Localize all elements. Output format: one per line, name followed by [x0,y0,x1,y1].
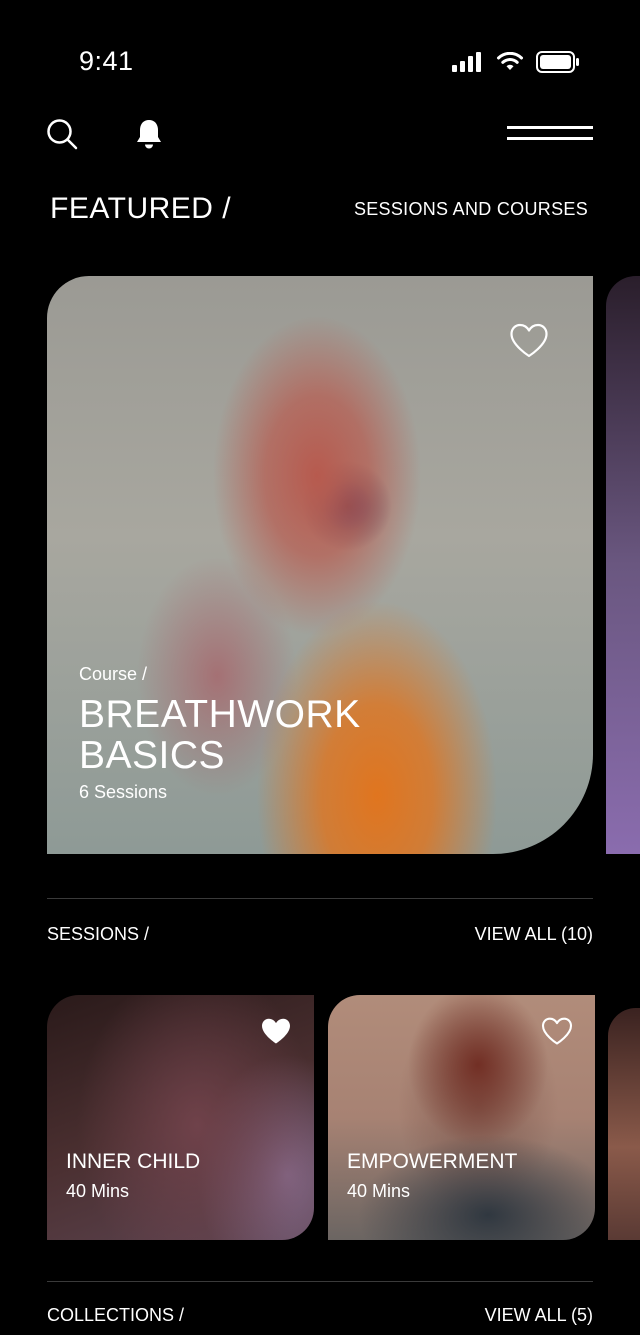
favorite-button[interactable] [260,1017,292,1046]
search-button[interactable] [46,118,78,150]
session-card[interactable]: EMPOWERMENT 40 Mins [328,995,595,1240]
card-type-label: Course / [79,664,148,684]
session-title: INNER CHILD [66,1150,201,1173]
session-title: EMPOWERMENT [347,1150,518,1173]
app-screen: 9:41 FEATURED / SESSIONS AND COURSES Cou… [0,0,640,1335]
session-card[interactable]: INNER CHILD 40 Mins [47,995,314,1240]
card-session-count: 6 Sessions [79,782,168,802]
next-session-card[interactable] [608,1008,640,1240]
featured-heading: FEATURED / [50,192,232,225]
view-all-collections-link[interactable]: VIEW ALL (5) [485,1305,593,1326]
session-duration: 40 Mins [347,1181,411,1201]
view-all-sessions-link[interactable]: VIEW ALL (10) [475,924,593,945]
menu-button[interactable] [507,126,593,142]
wifi-icon [497,52,523,70]
next-featured-card[interactable] [606,276,640,854]
section-divider [47,898,593,899]
sessions-and-courses-link[interactable]: SESSIONS AND COURSES [354,199,588,220]
collections-heading: COLLECTIONS / [47,1305,185,1325]
heart-outline-icon [541,1017,573,1045]
sessions-heading: SESSIONS / [47,924,150,944]
heart-filled-icon [262,1018,290,1044]
card-title: BREATHWORK BASICS [79,693,361,777]
bell-icon [137,120,161,149]
status-time: 9:41 [79,46,134,76]
favorite-button[interactable] [509,323,549,359]
favorite-button[interactable] [541,1017,573,1046]
featured-course-card[interactable]: Course / BREATHWORK BASICS 6 Sessions [47,276,593,854]
notifications-button[interactable] [135,118,163,150]
search-icon [47,119,78,150]
status-icons [452,50,580,74]
section-divider [47,1281,593,1282]
menu-icon [507,126,593,129]
battery-icon [536,51,579,73]
session-duration: 40 Mins [66,1181,130,1201]
signal-icon [452,52,481,72]
heart-outline-icon [510,323,548,358]
menu-icon-bar [507,137,593,140]
